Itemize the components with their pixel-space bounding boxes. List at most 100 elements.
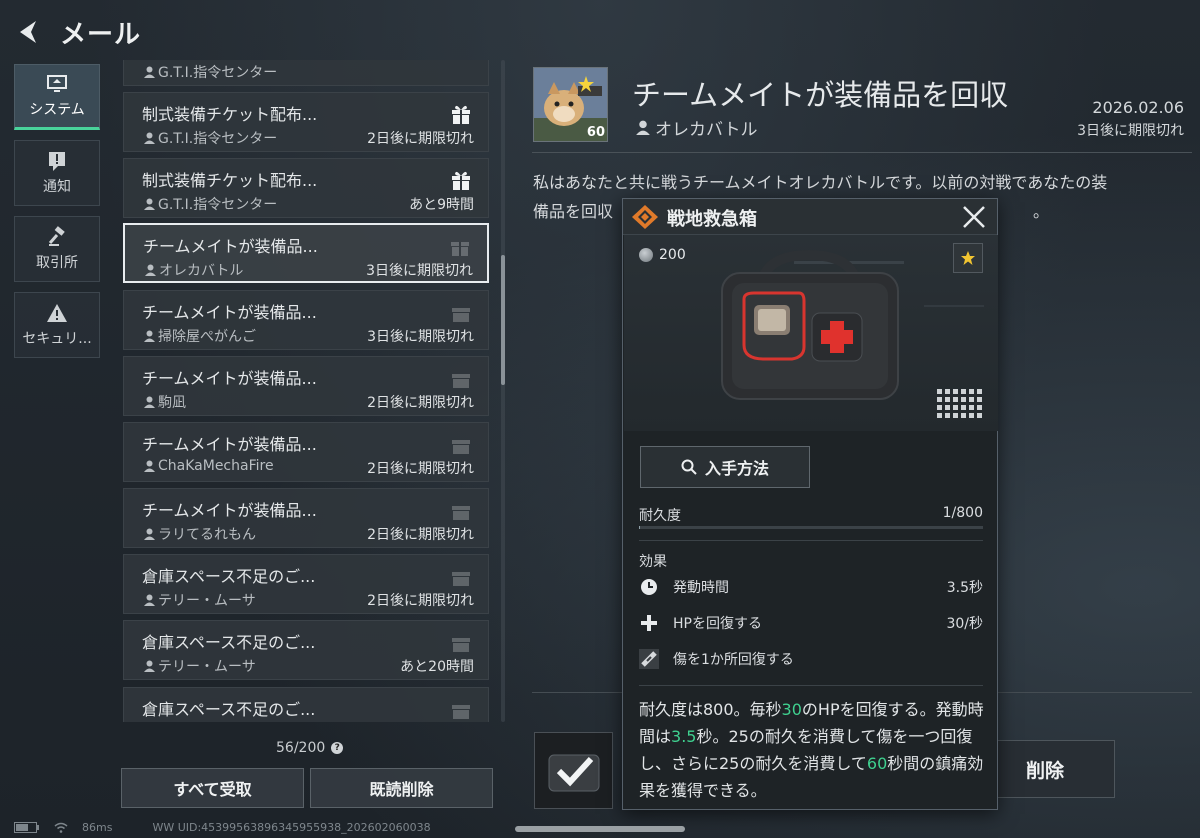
mail-detail-date: 2026.02.06 bbox=[1092, 98, 1184, 117]
gift-icon bbox=[452, 440, 470, 454]
mail-item[interactable]: チームメイトが装備品... 掃除屋ぺがんご 3日後に期限切れ bbox=[123, 290, 489, 350]
mail-list-scroll-thumb[interactable] bbox=[501, 255, 505, 385]
person-icon bbox=[145, 264, 156, 276]
item-price: 200 bbox=[639, 247, 686, 263]
category-notice-label: 通知 bbox=[43, 179, 71, 195]
plus-icon bbox=[641, 615, 657, 631]
item-name: 戦地救急箱 bbox=[667, 209, 757, 230]
gift-icon bbox=[452, 638, 470, 652]
mail-list-scrollbar[interactable] bbox=[501, 60, 505, 722]
mail-sender: 掃除屋ぺがんご bbox=[144, 326, 256, 346]
status-footer: 86ms WW UID:45399563896345955938_2026020… bbox=[14, 821, 431, 834]
detail-divider bbox=[532, 152, 1192, 153]
checkmark-icon bbox=[548, 754, 600, 792]
star-icon bbox=[961, 251, 975, 265]
item-description: 耐久度は800。毎秒30のHPを回復する。発動時間は3.5秒。25の耐久を消費し… bbox=[639, 700, 984, 800]
mail-subject: 制式装備チケット配布... bbox=[142, 105, 318, 124]
mail-item-partial[interactable]: G.T.I.指令センター bbox=[123, 60, 489, 86]
how-to-obtain-button[interactable]: 入手方法 bbox=[640, 446, 810, 488]
durability-label: 耐久度 bbox=[639, 508, 681, 524]
mail-expiry: 2日後に期限切れ bbox=[367, 593, 474, 609]
page-title: メール bbox=[60, 20, 142, 50]
claim-all-button[interactable]: すべて受取 bbox=[121, 768, 304, 808]
mail-item[interactable]: 倉庫スペース不足のご... テリー・ムーサ 2日後に期限切れ bbox=[123, 554, 489, 614]
coin-icon bbox=[639, 248, 653, 262]
durability-value: 1/800 bbox=[942, 505, 983, 521]
user-uid: WW UID:45399563896345955938_202602060038 bbox=[152, 821, 431, 834]
mail-subject: チームメイトが装備品... bbox=[143, 237, 318, 256]
back-arrow-icon[interactable] bbox=[14, 18, 42, 46]
mail-expiry: 3日後に期限切れ bbox=[367, 329, 474, 345]
gift-icon bbox=[452, 705, 470, 719]
help-icon[interactable]: ? bbox=[331, 742, 344, 754]
sender-avatar: 60 bbox=[533, 67, 608, 142]
mail-detail-expiry: 3日後に期限切れ bbox=[1077, 123, 1184, 139]
size-grid-icon bbox=[937, 389, 982, 418]
mail-item[interactable]: チームメイトが装備品... ラリてるれもん 2日後に期限切れ bbox=[123, 488, 489, 548]
delete-read-button[interactable]: 既読削除 bbox=[310, 768, 493, 808]
ping-value: 86ms bbox=[82, 821, 113, 834]
mail-subject: チームメイトが装備品... bbox=[142, 435, 317, 454]
search-icon bbox=[681, 459, 697, 475]
mail-list[interactable]: G.T.I.指令センター 制式装備チケット配布... G.T.I.指令センター … bbox=[123, 60, 491, 722]
effect-row: HPを回復する 30/秒 bbox=[639, 611, 983, 635]
mail-item-selected[interactable]: チームメイトが装備品... オレカバトル 3日後に期限切れ bbox=[123, 223, 489, 283]
mail-item[interactable]: チームメイトが装備品... ChaKaMechaFire 2日後に期限切れ bbox=[123, 422, 489, 482]
gift-icon bbox=[451, 242, 469, 256]
attachment-slot[interactable] bbox=[534, 732, 613, 809]
item-category-icon bbox=[632, 205, 658, 229]
mail-expiry: 2日後に期限切れ bbox=[367, 131, 474, 147]
person-icon bbox=[144, 330, 155, 342]
mail-item[interactable]: 制式装備チケット配布... G.T.I.指令センター 2日後に期限切れ bbox=[123, 92, 489, 152]
gift-icon bbox=[452, 105, 470, 124]
mail-sender: 駒凪 bbox=[144, 392, 186, 412]
avatar-level: 60 bbox=[586, 125, 605, 140]
mail-subject: チームメイトが装備品... bbox=[142, 369, 317, 388]
mail-item[interactable]: 制式装備チケット配布... G.T.I.指令センター あと9時間 bbox=[123, 158, 489, 218]
mail-sender: G.T.I.指令センター bbox=[144, 128, 277, 148]
person-icon bbox=[144, 198, 155, 210]
mail-subject: チームメイトが装備品... bbox=[142, 303, 317, 322]
category-security-label: セキュリ... bbox=[22, 331, 92, 347]
person-icon bbox=[144, 396, 155, 408]
mail-expiry: 2日後に期限切れ bbox=[367, 395, 474, 411]
mail-subject: 制式装備チケット配布... bbox=[142, 171, 318, 190]
mail-item[interactable]: チームメイトが装備品... 駒凪 2日後に期限切れ bbox=[123, 356, 489, 416]
mail-count: 56/200 ? bbox=[276, 740, 344, 756]
mail-subject: 倉庫スペース不足のご... bbox=[142, 567, 316, 586]
category-notice[interactable]: 通知 bbox=[14, 140, 100, 206]
gavel-icon bbox=[48, 226, 65, 246]
item-tooltip: 戦地救急箱 200 入手方法 耐久度 1/800 効果 発動時間 3.5秒 HP… bbox=[622, 198, 998, 810]
category-exchange[interactable]: 取引所 bbox=[14, 216, 100, 282]
person-icon bbox=[144, 66, 155, 78]
person-icon bbox=[144, 460, 155, 472]
category-system[interactable]: システム bbox=[14, 64, 100, 130]
mail-sender: テリー・ムーサ bbox=[144, 656, 256, 676]
effects-header: 効果 bbox=[639, 554, 667, 570]
mail-subject: 倉庫スペース不足のご... bbox=[142, 700, 316, 719]
mail-subject: チームメイトが装備品... bbox=[142, 501, 317, 520]
mail-sender: テリー・ムーサ bbox=[144, 590, 256, 610]
mail-detail-title: チームメイトが装備品を回収 bbox=[632, 78, 1009, 112]
bandage-icon bbox=[639, 649, 659, 669]
effect-row: 発動時間 3.5秒 bbox=[639, 575, 983, 599]
close-icon[interactable] bbox=[961, 205, 987, 229]
gift-icon bbox=[452, 374, 470, 388]
mail-subject: 倉庫スペース不足のご... bbox=[142, 633, 316, 652]
mail-expiry: 2日後に期限切れ bbox=[367, 461, 474, 477]
person-icon bbox=[144, 594, 155, 606]
favorite-button[interactable] bbox=[953, 243, 983, 273]
person-icon bbox=[144, 660, 155, 672]
mail-expiry: 3日後に期限切れ bbox=[366, 263, 473, 279]
person-icon bbox=[144, 528, 155, 540]
mail-item[interactable]: 倉庫スペース不足のご... bbox=[123, 687, 489, 722]
mail-sender: ChaKaMechaFire bbox=[144, 458, 274, 474]
person-icon bbox=[144, 132, 155, 144]
item-tooltip-header: 戦地救急箱 bbox=[623, 199, 997, 235]
gift-icon bbox=[452, 572, 470, 586]
home-indicator[interactable] bbox=[515, 826, 685, 832]
mail-item[interactable]: 倉庫スペース不足のご... テリー・ムーサ あと20時間 bbox=[123, 620, 489, 680]
monitor-icon bbox=[47, 75, 67, 92]
mail-detail-sender: オレカバトル bbox=[636, 115, 758, 140]
category-security[interactable]: セキュリ... bbox=[14, 292, 100, 358]
